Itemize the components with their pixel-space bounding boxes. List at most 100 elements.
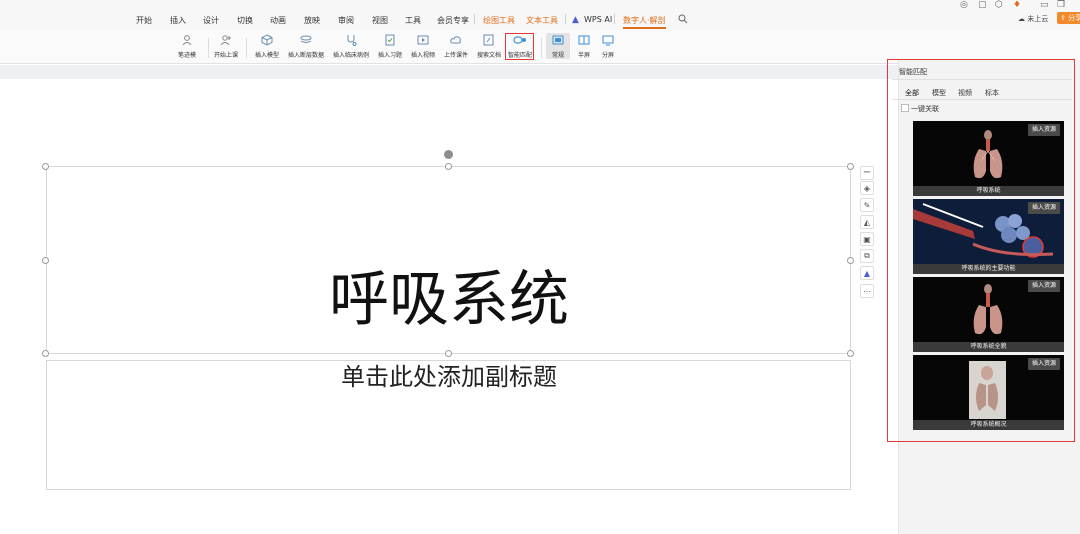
view-split-screen-button[interactable]: 分屏: [596, 33, 620, 59]
arrange-icon[interactable]: ⧉: [860, 249, 874, 263]
stethoscope-icon: [344, 33, 358, 47]
resize-handle[interactable]: [42, 257, 49, 264]
menu-tab-tools[interactable]: 工具: [405, 15, 421, 26]
resize-handle[interactable]: [445, 350, 452, 357]
view-split-screen-label: 分屏: [601, 52, 614, 59]
wps-ai-icon: ▲: [572, 15, 579, 25]
smart-match-highlight: [505, 33, 534, 60]
menu-tab-transition[interactable]: 切换: [237, 15, 253, 26]
menu-tab-wps-ai[interactable]: WPS AI: [584, 15, 612, 24]
menu-separator: [565, 14, 566, 24]
share-button[interactable]: ⇪ 分享: [1057, 12, 1080, 24]
insert-exercise-label: 插入习题: [377, 52, 402, 59]
card-caption: 呼吸系统的主要功能: [913, 264, 1064, 274]
presentation-app: 开始 插入 设计 切换 动画 放映 审阅 视图 工具 会员专享 绘图工具 文本工…: [0, 0, 1080, 534]
menu-separator: [614, 14, 615, 24]
resource-card[interactable]: 插入资源 呼吸系统的主要功能: [913, 199, 1064, 274]
cloud-upload-icon: [449, 33, 463, 47]
view-half-screen-label: 半屏: [577, 52, 590, 59]
cube-icon[interactable]: ⬡: [995, 0, 1003, 10]
panel-divider: [892, 79, 1072, 80]
slide-title[interactable]: 呼吸系统: [46, 265, 852, 335]
view-normal-button[interactable]: 常规: [546, 33, 570, 59]
resize-handle[interactable]: [847, 163, 854, 170]
collapse-icon[interactable]: −: [860, 166, 874, 180]
panel-tab-all[interactable]: 全部: [905, 88, 919, 98]
panel-tab-specimen[interactable]: 标本: [985, 88, 999, 98]
panel-tab-model[interactable]: 模型: [932, 88, 946, 98]
menu-tab-animation[interactable]: 动画: [270, 15, 286, 26]
start-class-label: 开始上课: [213, 52, 238, 59]
menu-tab-insert[interactable]: 插入: [170, 15, 186, 26]
layers-icon: [299, 33, 313, 47]
menu-tab-design[interactable]: 设计: [203, 15, 219, 26]
menu-tab-review[interactable]: 审阅: [338, 15, 354, 26]
menu-tab-text-tools[interactable]: 文本工具: [526, 15, 558, 26]
normal-view-icon: [551, 33, 565, 47]
picture-icon[interactable]: ▣: [860, 232, 874, 246]
exercise-icon: [383, 33, 397, 47]
ai-icon[interactable]: ▲: [860, 266, 874, 280]
cloud-status[interactable]: ☁ 未上云: [1018, 14, 1048, 24]
card-caption: 呼吸系统全貌: [913, 342, 1064, 352]
person-plus-icon: [219, 33, 233, 47]
shape-fill-icon[interactable]: ◭: [860, 215, 874, 229]
menu-tab-digital-human[interactable]: 数字人·解剖: [623, 15, 666, 29]
ribbon-separator: [541, 38, 542, 58]
insert-resource-button[interactable]: 插入资源: [1027, 124, 1060, 136]
resource-card[interactable]: 插入资源 呼吸系统: [913, 121, 1064, 196]
resize-handle[interactable]: [847, 257, 854, 264]
document-search-icon: [482, 33, 496, 47]
insert-model-label: 插入模型: [254, 52, 279, 59]
menu-bar: 开始 插入 设计 切换 动画 放映 审阅 视图 工具 会员专享 绘图工具 文本工…: [0, 0, 1080, 30]
window-icon[interactable]: ▢: [978, 0, 987, 10]
card-caption: 呼吸系统: [913, 186, 1064, 196]
location-icon[interactable]: ◎: [960, 0, 968, 10]
insert-resource-button[interactable]: 插入资源: [1027, 202, 1060, 214]
pin-icon[interactable]: ♦: [1013, 0, 1021, 10]
cloud-icon: ☁: [1018, 15, 1025, 23]
insert-resource-button[interactable]: 插入资源: [1027, 358, 1060, 370]
panel-title: 智能匹配: [899, 68, 927, 76]
share-icon: ⇪: [1060, 14, 1066, 22]
menu-tab-view[interactable]: 视图: [372, 15, 388, 26]
rotate-handle[interactable]: [444, 150, 453, 159]
insert-section-data-label: 插入断层数据: [287, 52, 324, 59]
restore-icon[interactable]: ❐: [1057, 0, 1065, 10]
minimize-icon[interactable]: ▭: [1040, 0, 1049, 10]
panel-tab-video[interactable]: 视频: [958, 88, 972, 98]
insert-resource-button[interactable]: 插入资源: [1027, 280, 1060, 292]
resize-handle[interactable]: [445, 163, 452, 170]
insert-section-data-button[interactable]: 插入断层数据: [283, 33, 329, 59]
panel-divider: [892, 99, 1072, 100]
more-icon[interactable]: ⋯: [860, 284, 874, 298]
menu-separator: [474, 14, 475, 24]
menu-tab-member[interactable]: 会员专享: [437, 15, 469, 26]
resize-handle[interactable]: [42, 350, 49, 357]
start-class-button[interactable]: 开始上课: [203, 33, 249, 59]
one-click-link-label: 一键关联: [911, 105, 939, 113]
layers-icon[interactable]: ◈: [860, 181, 874, 195]
search-icon[interactable]: [678, 14, 688, 27]
resize-handle[interactable]: [847, 350, 854, 357]
resource-card[interactable]: 插入资源 呼吸系统概况: [913, 355, 1064, 430]
insert-clinical-case-label: 插入临床病例: [332, 52, 369, 59]
cloud-status-label: 未上云: [1027, 15, 1049, 23]
menu-tab-drawing-tools[interactable]: 绘图工具: [483, 15, 515, 26]
resize-handle[interactable]: [42, 163, 49, 170]
one-click-link-checkbox[interactable]: [901, 104, 909, 112]
menu-tab-slideshow[interactable]: 放映: [304, 15, 320, 26]
upload-courseware-label: 上传课件: [443, 52, 468, 59]
view-half-screen-button[interactable]: 半屏: [572, 33, 596, 59]
cube-icon: [260, 33, 274, 47]
canvas-top-band: [0, 65, 900, 79]
menu-tab-start[interactable]: 开始: [136, 15, 152, 26]
slide-subtitle[interactable]: 单击此处添加副标题: [46, 362, 852, 392]
view-normal-label: 常规: [551, 52, 564, 59]
pen-icon[interactable]: ✎: [860, 198, 874, 212]
share-label: 分享: [1068, 14, 1080, 22]
split-screen-icon: [601, 33, 615, 47]
person-icon: [180, 33, 194, 47]
resource-card[interactable]: 插入资源 呼吸系统全貌: [913, 277, 1064, 352]
half-screen-icon: [577, 33, 591, 47]
